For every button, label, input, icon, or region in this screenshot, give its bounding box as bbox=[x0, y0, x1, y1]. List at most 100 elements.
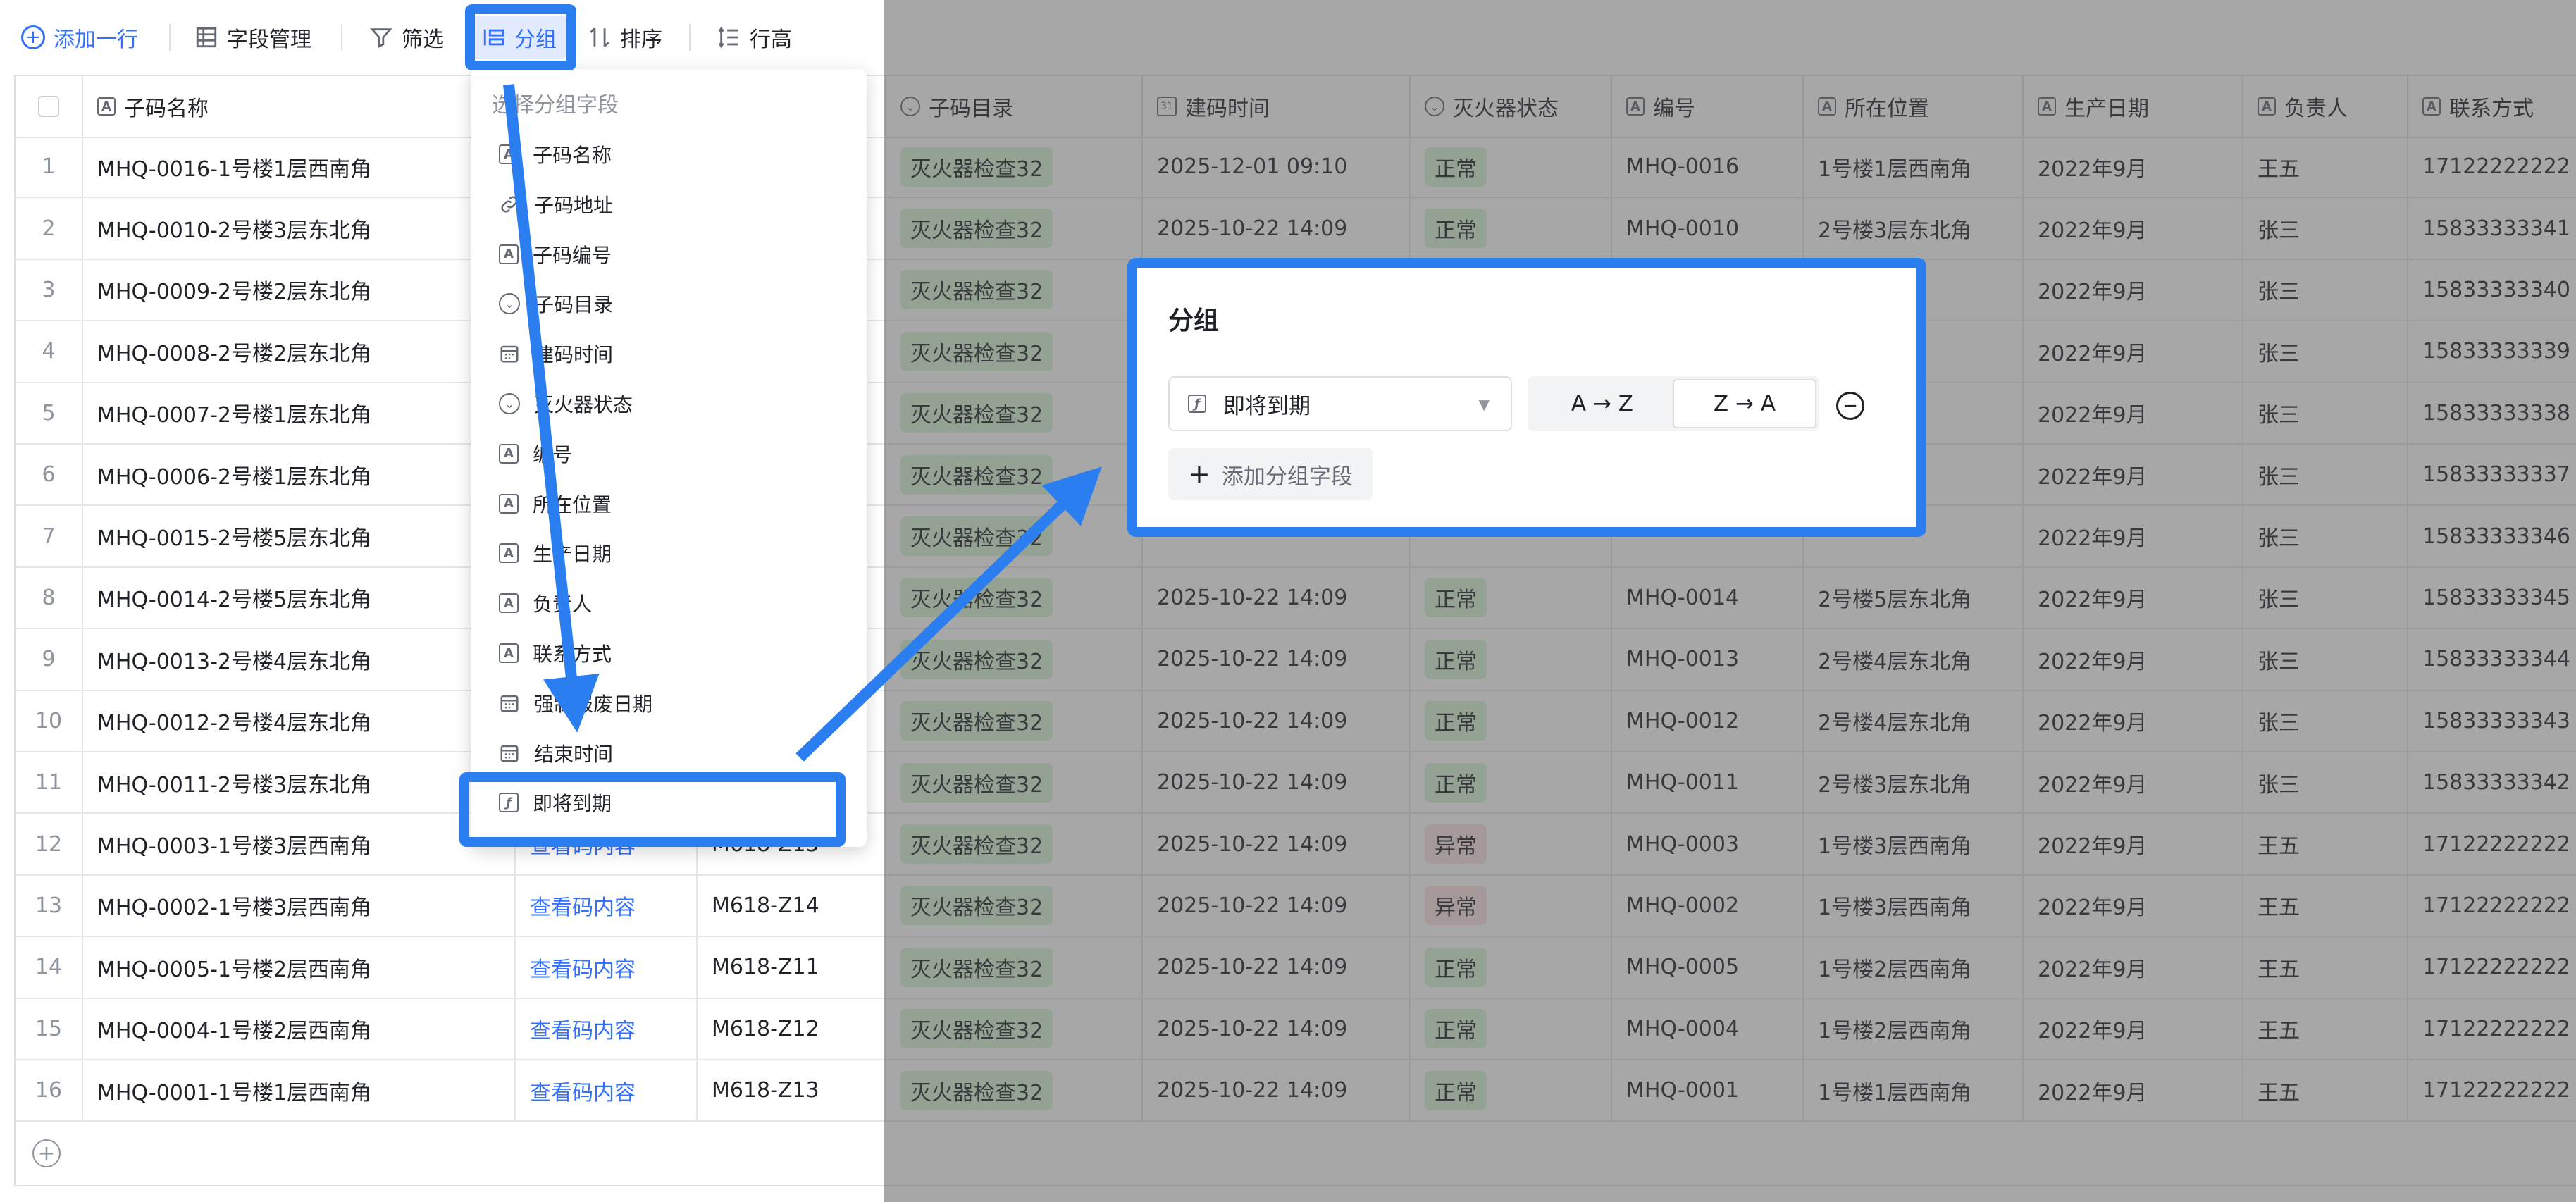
ascending-option[interactable]: A → Z bbox=[1530, 379, 1674, 428]
cell-text: 13 bbox=[35, 893, 63, 918]
cell-link[interactable]: 查看码内容 bbox=[516, 1060, 698, 1121]
cell-name: MHQ-0005-1号楼2层西南角 bbox=[83, 937, 516, 998]
cell-idx: 6 bbox=[16, 445, 83, 505]
cell-idx: 4 bbox=[16, 321, 83, 382]
text-icon: A bbox=[499, 443, 519, 464]
link-icon bbox=[499, 194, 520, 215]
cell-text: MHQ-0003-1号楼3层西南角 bbox=[97, 834, 372, 860]
table-grid-icon bbox=[196, 27, 217, 48]
panel-title: 分组 bbox=[1168, 306, 1220, 335]
menu-item-field[interactable]: A 子码编号 bbox=[499, 233, 612, 276]
menu-item-field[interactable]: A 联系方式 bbox=[499, 631, 612, 675]
menu-item-field[interactable]: ⌄ 子码目录 bbox=[499, 282, 613, 326]
descending-option[interactable]: Z → A bbox=[1673, 379, 1816, 428]
cell-idx: 11 bbox=[16, 752, 83, 813]
cell-text: MHQ-0001-1号楼1层西南角 bbox=[97, 1080, 372, 1105]
menu-item-field[interactable]: A 负责人 bbox=[499, 581, 592, 625]
text-icon: A bbox=[499, 144, 519, 164]
cell-link[interactable]: 查看码内容 bbox=[516, 998, 698, 1059]
column-header[interactable]: A 子码名称 bbox=[83, 76, 516, 137]
cell-code: M618-Z13 bbox=[698, 1060, 886, 1121]
remove-group-icon[interactable]: − bbox=[1836, 392, 1864, 420]
cell-text: 查看码内容 bbox=[530, 1019, 636, 1044]
menu-item-label: 编号 bbox=[533, 442, 573, 466]
cell-name: MHQ-0014-2号楼5层东北角 bbox=[83, 567, 516, 628]
cell-idx: 1 bbox=[16, 137, 83, 197]
cell-idx: 16 bbox=[16, 1060, 83, 1121]
cell-text: MHQ-0009-2号楼2层东北角 bbox=[97, 280, 372, 305]
field-manage-button[interactable]: 字段管理 bbox=[185, 16, 321, 59]
cell-text: MHQ-0005-1号楼2层西南角 bbox=[97, 957, 372, 982]
select-icon: ⌄ bbox=[499, 393, 520, 414]
group-settings-panel: 分组 ƒ 即将到期 ▼ A → Z Z → A − + 添加分组字段 bbox=[1127, 258, 1926, 537]
cell-text: MHQ-0002-1号楼3层西南角 bbox=[97, 896, 372, 921]
filter-icon bbox=[370, 28, 392, 49]
cell-text: 3 bbox=[42, 277, 56, 302]
menu-item-field[interactable]: 强制报废日期 bbox=[499, 681, 652, 725]
cell-text: 12 bbox=[35, 831, 63, 857]
row-height-button[interactable]: 行高 bbox=[707, 16, 802, 59]
cell-text: 1 bbox=[42, 154, 56, 180]
text-icon: A bbox=[499, 493, 519, 514]
menu-item-label: 子码目录 bbox=[534, 293, 614, 317]
cell-name: MHQ-0003-1号楼3层西南角 bbox=[83, 814, 516, 874]
cell-text: M618-Z14 bbox=[712, 893, 819, 918]
cell-idx: 12 bbox=[16, 814, 83, 874]
cell-text: MHQ-0011-2号楼3层东北角 bbox=[97, 772, 372, 798]
menu-item-field[interactable]: A 子码名称 bbox=[499, 132, 612, 176]
cell-text: MHQ-0015-2号楼5层东北角 bbox=[97, 526, 372, 552]
chevron-down-icon: ▼ bbox=[1478, 396, 1490, 413]
cell-link[interactable]: 查看码内容 bbox=[516, 875, 698, 936]
cell-text: MHQ-0007-2号楼1层东北角 bbox=[97, 403, 372, 428]
row-height-icon bbox=[718, 26, 738, 49]
text-icon: A bbox=[499, 543, 519, 564]
text-icon: A bbox=[499, 593, 519, 614]
cell-text: 查看码内容 bbox=[530, 896, 636, 921]
menu-item-field[interactable]: 建码时间 bbox=[499, 332, 613, 376]
cell-idx: 9 bbox=[16, 629, 83, 690]
menu-item-field[interactable]: ⌄ 灭火器状态 bbox=[499, 382, 633, 426]
toolbar-divider bbox=[341, 24, 342, 51]
group-button-highlight bbox=[465, 4, 576, 70]
cell-text: 5 bbox=[42, 400, 56, 426]
cell-text: 7 bbox=[42, 523, 56, 549]
select-all-checkbox[interactable] bbox=[38, 96, 59, 117]
menu-item-field[interactable]: A 编号 bbox=[499, 432, 572, 476]
cell-name: MHQ-0008-2号楼2层东北角 bbox=[83, 321, 516, 382]
cell-text: 6 bbox=[42, 462, 56, 488]
cell-idx: 10 bbox=[16, 690, 83, 751]
add-row-button[interactable]: + 添加一行 bbox=[11, 16, 148, 59]
menu-item-label: 结束时间 bbox=[534, 742, 614, 766]
menu-item-field[interactable]: A 所在位置 bbox=[499, 482, 612, 526]
group-field-menu: 选择分组字段 A 子码名称 子码地址 A 子码编号 ⌄ 子码目录 建码时间 ⌄ 灭火器状态 A 编号 A… bbox=[471, 69, 867, 847]
cell-text: M618-Z11 bbox=[712, 955, 819, 980]
cell-name: MHQ-0009-2号楼2层东北角 bbox=[83, 259, 516, 321]
menu-item-label: 生产日期 bbox=[533, 543, 612, 566]
menu-item-field[interactable]: A 生产日期 bbox=[499, 531, 612, 575]
cell-name: MHQ-0015-2号楼5层东北角 bbox=[83, 506, 516, 566]
cell-idx: 2 bbox=[16, 198, 83, 259]
cell-text: M618-Z13 bbox=[712, 1078, 819, 1103]
cell-idx: 8 bbox=[16, 567, 83, 628]
cell-name: MHQ-0004-1号楼2层西南角 bbox=[83, 998, 516, 1059]
cell-text: 9 bbox=[42, 647, 56, 672]
add-group-field-button[interactable]: + 添加分组字段 bbox=[1168, 448, 1373, 500]
sort-button[interactable]: 排序 bbox=[578, 16, 672, 59]
cell-link[interactable]: 查看码内容 bbox=[516, 937, 698, 998]
cell-text: 14 bbox=[35, 955, 63, 980]
cell-text: 15 bbox=[35, 1016, 63, 1041]
cell-idx: 13 bbox=[16, 875, 83, 936]
filter-button[interactable]: 筛选 bbox=[359, 16, 454, 59]
cell-name: MHQ-0011-2号楼3层东北角 bbox=[83, 752, 516, 813]
cell-idx: 15 bbox=[16, 998, 83, 1059]
group-field-select[interactable]: ƒ 即将到期 ▼ bbox=[1168, 376, 1512, 431]
menu-item-field[interactable]: 结束时间 bbox=[499, 731, 613, 775]
cell-name: MHQ-0001-1号楼1层西南角 bbox=[83, 1060, 516, 1121]
cell-text: M618-Z12 bbox=[712, 1016, 819, 1041]
dim-overlay bbox=[884, 0, 2576, 1202]
cell-name: MHQ-0012-2号楼4层东北角 bbox=[83, 690, 516, 751]
add-row-icon[interactable]: + bbox=[32, 1139, 61, 1167]
cell-text: MHQ-0012-2号楼4层东北角 bbox=[97, 711, 372, 736]
menu-item-field[interactable]: 子码地址 bbox=[499, 182, 613, 226]
menu-item-label: 子码名称 bbox=[533, 144, 612, 167]
